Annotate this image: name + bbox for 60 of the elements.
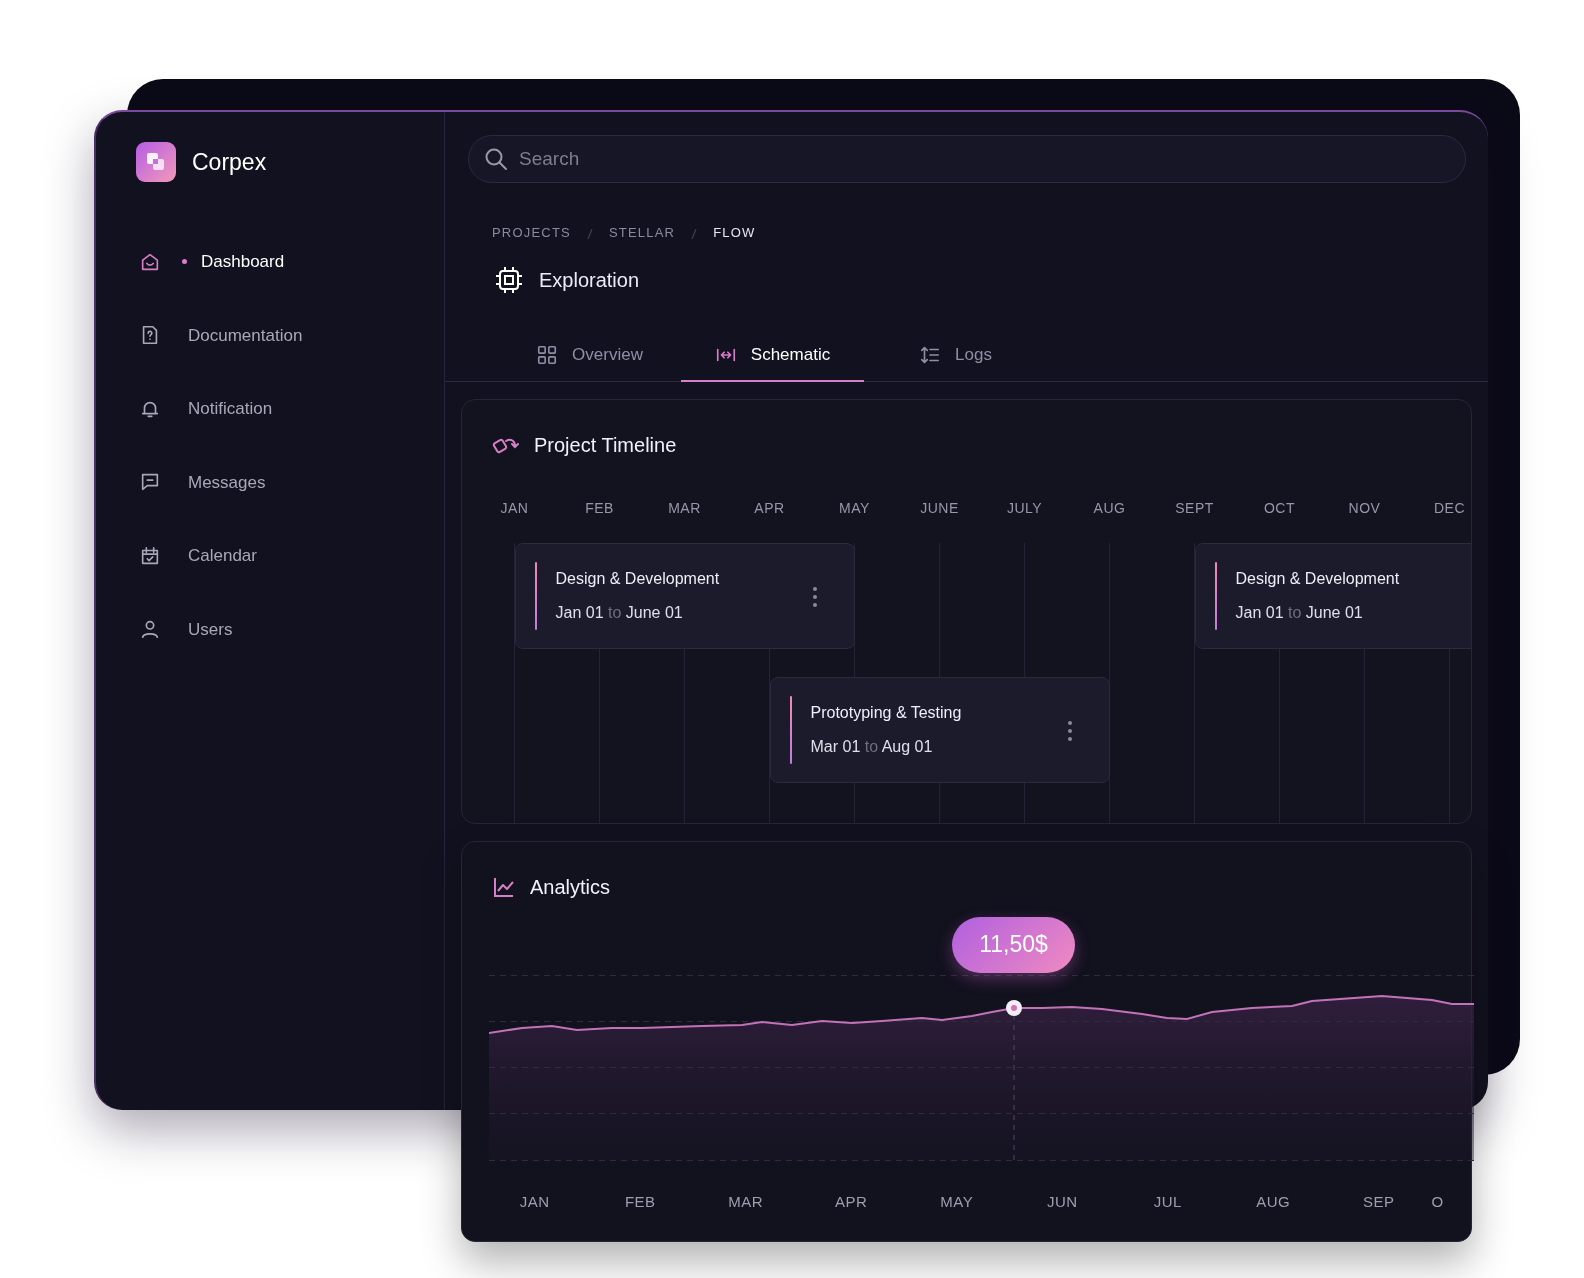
breadcrumb-link[interactable]: FLOW <box>713 223 756 243</box>
axis-label: FEB <box>623 1191 657 1212</box>
accent-bar <box>534 561 537 630</box>
sidebar-item[interactable]: Users <box>134 592 444 666</box>
card-title: Project Timeline <box>534 432 677 458</box>
month-label: SEPT <box>1174 498 1215 518</box>
axis-label: JUN <box>1045 1191 1079 1212</box>
axis-label: MAR <box>727 1191 765 1212</box>
card-title: Analytics <box>530 874 611 900</box>
axis-label: SEP <box>1362 1191 1396 1212</box>
task-dates: Mar 01 to Aug 01 <box>810 736 934 757</box>
sorted-list-icon <box>919 344 942 366</box>
user-icon <box>139 618 161 641</box>
calendar-icon <box>139 544 161 567</box>
month-label: JUNE <box>919 498 960 518</box>
sidebar-item[interactable]: Dashboard <box>134 225 444 299</box>
accent-bar <box>1214 561 1217 630</box>
tab[interactable]: Schematic <box>681 330 864 382</box>
sidebar-item[interactable]: Notification <box>134 372 444 446</box>
search-field[interactable]: Search <box>468 135 1466 183</box>
axis-label: APR <box>834 1191 869 1212</box>
month-label: NOV <box>1347 498 1382 518</box>
page-title: Exploration <box>539 267 640 293</box>
tab[interactable]: Logs <box>864 330 1047 382</box>
timeline-task[interactable]: Prototyping & Testing Mar 01 to Aug 01 <box>769 676 1110 783</box>
tab[interactable]: Overview <box>498 330 681 382</box>
task-dates: Jan 01 to June 01 <box>555 602 684 623</box>
month-label: MAR <box>667 498 702 518</box>
sidebar-item[interactable]: Calendar <box>134 519 444 593</box>
logo-icon <box>136 142 176 182</box>
task-dates: Jan 01 to June 01 <box>1235 602 1364 623</box>
timeline-task[interactable]: Design & Development Jan 01 to June 01 <box>1194 542 1471 649</box>
task-title: Design & Development <box>1235 568 1400 589</box>
breadcrumb-link[interactable]: PROJECTS <box>492 223 571 243</box>
month-label: APR <box>753 498 786 518</box>
timeline-task[interactable]: Design & Development Jan 01 to June 01 <box>514 542 855 649</box>
axis-label: O <box>1431 1191 1444 1212</box>
task-title: Prototyping & Testing <box>810 702 962 723</box>
month-label: FEB <box>584 498 615 518</box>
month-label: JULY <box>1005 498 1044 518</box>
axis-label: MAY <box>939 1191 975 1212</box>
grid-icon <box>536 344 559 366</box>
chip-icon <box>495 265 523 294</box>
more-icon[interactable] <box>811 586 818 609</box>
axis-label: JAN <box>518 1191 551 1212</box>
month-label: AUG <box>1092 498 1127 518</box>
month-label: DEC <box>1432 498 1467 518</box>
axis-label: JUL <box>1152 1191 1183 1212</box>
more-icon[interactable] <box>1066 720 1073 743</box>
brand-name: Corpex <box>192 147 267 177</box>
value-tooltip: 11,50$ <box>952 916 1075 973</box>
axis-label: AUG <box>1255 1191 1292 1212</box>
accent-bar <box>789 695 792 764</box>
breadcrumb-link[interactable]: STELLAR <box>608 223 676 243</box>
sidebar-item[interactable]: Documentation <box>134 298 444 372</box>
sidebar-item[interactable]: Messages <box>134 445 444 519</box>
task-title: Design & Development <box>555 568 720 589</box>
month-label: JAN <box>499 498 530 518</box>
month-label: MAY <box>838 498 871 518</box>
month-label: OCT <box>1262 498 1297 518</box>
